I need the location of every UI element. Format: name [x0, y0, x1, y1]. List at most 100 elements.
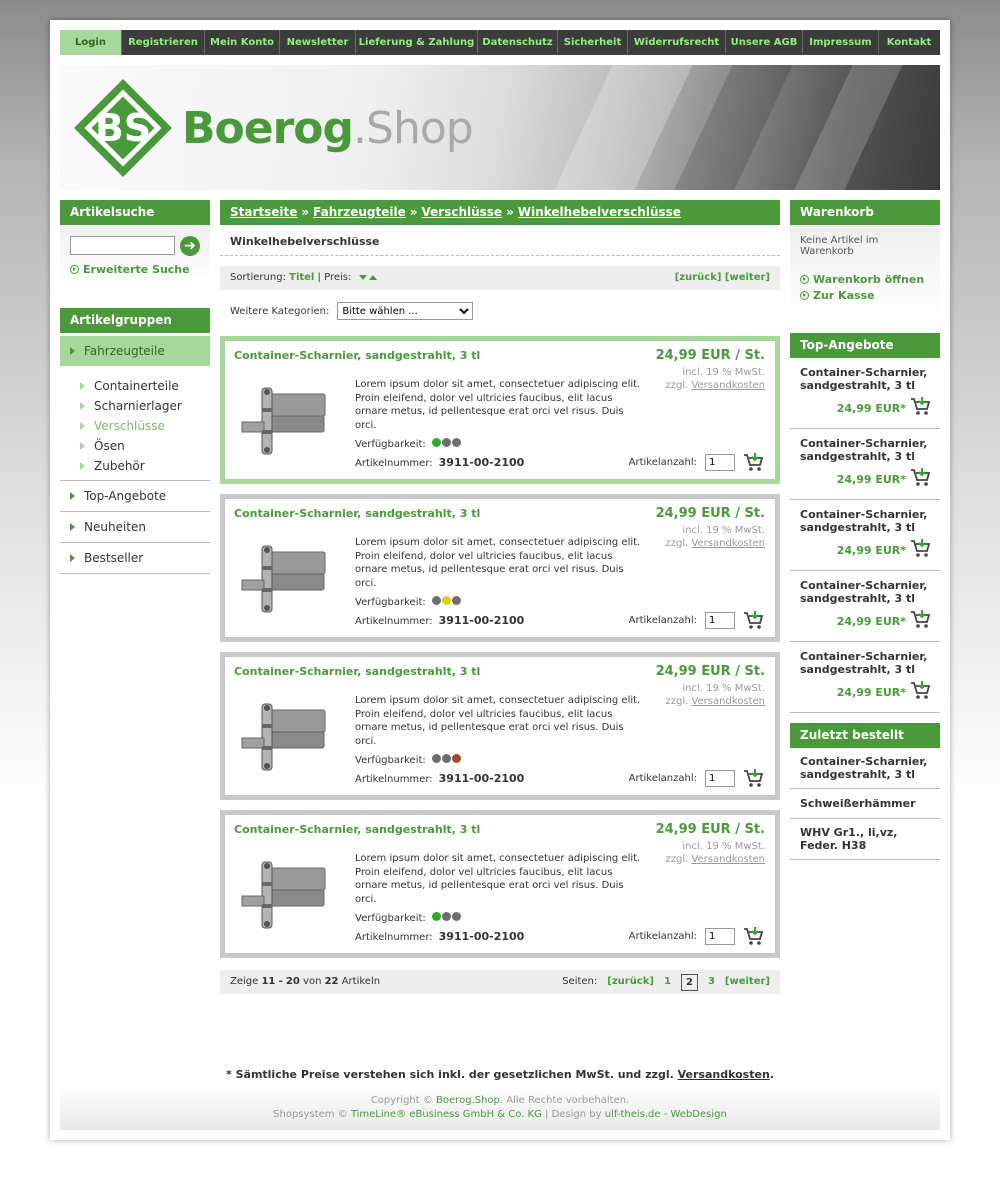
- svg-text:BS: BS: [95, 106, 151, 150]
- category-select[interactable]: Bitte wählen ...: [337, 302, 474, 320]
- sort-next-link[interactable]: [weiter]: [725, 272, 770, 283]
- article-number-value: 3911-00-2100: [438, 772, 525, 785]
- add-to-cart-icon[interactable]: [910, 681, 932, 704]
- top-offer-item[interactable]: Container-Scharnier, sandgestrahlt, 3 tl…: [790, 571, 940, 642]
- sort-desc-icon[interactable]: [358, 274, 367, 280]
- page-link[interactable]: 3: [708, 970, 715, 994]
- product-tax: incl. 19 % MwSt. zzgl. Versandkosten: [665, 682, 765, 708]
- product-card: Container-Scharnier, sandgestrahlt, 3 tl…: [220, 810, 780, 958]
- shipping-link[interactable]: Versandkosten: [691, 696, 765, 707]
- add-to-cart-icon[interactable]: [743, 769, 765, 792]
- subcategory-item[interactable]: Ösen: [60, 436, 210, 456]
- add-to-cart-icon[interactable]: [910, 539, 932, 562]
- breadcrumb-link[interactable]: Fahrzeugteile: [313, 205, 406, 219]
- add-to-cart-icon[interactable]: [910, 610, 932, 633]
- traffic-light-icon: [441, 596, 451, 605]
- nav-widerrufsrecht[interactable]: Widerrufsrecht: [628, 30, 726, 55]
- tax-text: incl. 19 % MwSt.: [682, 683, 765, 694]
- nav-newsletter[interactable]: Newsletter: [280, 30, 356, 55]
- shipping-link[interactable]: Versandkosten: [691, 538, 765, 549]
- top-offer-item[interactable]: Container-Scharnier, sandgestrahlt, 3 tl…: [790, 429, 940, 500]
- last-ordered-item[interactable]: Schweißerhämmer: [790, 789, 940, 819]
- page-link[interactable]: 2: [680, 973, 698, 991]
- search-go-button[interactable]: ➜: [180, 236, 200, 256]
- advanced-search-link[interactable]: Erweiterte Suche: [70, 263, 190, 276]
- add-to-cart-icon[interactable]: [910, 468, 932, 491]
- breadcrumb-link[interactable]: Winkelhebelverschlüsse: [518, 205, 681, 219]
- subcategory-list: Containerteile Scharnierlager Verschlüsse Ö…: [60, 376, 210, 476]
- top-offer-item[interactable]: Container-Scharnier, sandgestrahlt, 3 tl…: [790, 358, 940, 429]
- category-top-angebote[interactable]: Top-Angebote: [60, 481, 210, 512]
- product-image[interactable]: [240, 702, 330, 775]
- subcategory-item[interactable]: Scharnierlager: [60, 396, 210, 416]
- top-offer-name[interactable]: Container-Scharnier, sandgestrahlt, 3 tl: [800, 366, 930, 392]
- top-offer-name[interactable]: Container-Scharnier, sandgestrahlt, 3 tl: [800, 508, 930, 534]
- checkout-link[interactable]: Zur Kasse: [800, 289, 930, 302]
- add-to-cart-icon[interactable]: [910, 397, 932, 420]
- top-offer-item[interactable]: Container-Scharnier, sandgestrahlt, 3 tl…: [790, 642, 940, 713]
- pager-back-link[interactable]: [zurück]: [607, 970, 654, 994]
- top-offer-item[interactable]: Container-Scharnier, sandgestrahlt, 3 tl…: [790, 500, 940, 571]
- nav-kontakt[interactable]: Kontakt: [879, 30, 939, 55]
- last-ordered-item[interactable]: WHV Gr1., li,vz, Feder. H38: [790, 819, 940, 860]
- subcategory-item[interactable]: Containerteile: [60, 376, 210, 396]
- quantity-input[interactable]: [705, 770, 735, 787]
- article-number-value: 3911-00-2100: [438, 930, 525, 943]
- nav-mein-konto[interactable]: Mein Konto: [205, 30, 280, 55]
- product-name-link[interactable]: Container-Scharnier, sandgestrahlt, 3 tl: [234, 665, 480, 678]
- logo-text[interactable]: Boerog.Shop: [182, 103, 474, 154]
- search-input[interactable]: [70, 236, 175, 255]
- page-link[interactable]: 1: [664, 970, 671, 994]
- product-tax: incl. 19 % MwSt. zzgl. Versandkosten: [665, 840, 765, 866]
- nav-unsere-agb[interactable]: Unsere AGB: [726, 30, 803, 55]
- subcategory-item[interactable]: Verschlüsse: [60, 416, 210, 436]
- breadcrumb-link[interactable]: Startseite: [230, 205, 297, 219]
- nav-login[interactable]: Login: [60, 30, 122, 55]
- top-offer-name[interactable]: Container-Scharnier, sandgestrahlt, 3 tl: [800, 579, 930, 605]
- sort-asc-icon[interactable]: [368, 274, 377, 280]
- product-name-link[interactable]: Container-Scharnier, sandgestrahlt, 3 tl: [234, 349, 480, 362]
- product-image[interactable]: [240, 544, 330, 617]
- footer-brand-link[interactable]: Boerog.Shop: [436, 1095, 500, 1106]
- last-ordered-item[interactable]: Container-Scharnier, sandgestrahlt, 3 tl: [790, 748, 940, 789]
- sort-back-link[interactable]: [zurück]: [675, 272, 722, 283]
- nav-sicherheit[interactable]: Sicherheit: [558, 30, 628, 55]
- nav-registrieren[interactable]: Registrieren: [122, 30, 205, 55]
- product-name-link[interactable]: Container-Scharnier, sandgestrahlt, 3 tl: [234, 507, 480, 520]
- category-bestseller[interactable]: Bestseller: [60, 543, 210, 574]
- footer-designer-link[interactable]: ulf-theis.de - WebDesign: [605, 1109, 727, 1120]
- top-offer-price: 24,99 EUR*: [836, 473, 906, 486]
- last-ordered-title: Zuletzt bestellt: [790, 723, 940, 748]
- product-image[interactable]: [240, 860, 330, 933]
- category-fahrzeugteile[interactable]: Fahrzeugteile: [60, 336, 210, 366]
- breadcrumb-link[interactable]: Verschlüsse: [422, 205, 503, 219]
- shipping-link[interactable]: Versandkosten: [691, 380, 765, 391]
- product-price: 24,99 EUR / St.: [655, 348, 765, 363]
- nav-impressum[interactable]: Impressum: [803, 30, 879, 55]
- footer-vendor-link[interactable]: TimeLine® eBusiness GmbH & Co. KG: [351, 1109, 542, 1120]
- availability-label: Verfügbarkeit:: [355, 596, 426, 608]
- add-to-cart-icon[interactable]: [743, 453, 765, 476]
- quantity-input[interactable]: [705, 928, 735, 945]
- top-offer-name[interactable]: Container-Scharnier, sandgestrahlt, 3 tl: [800, 437, 930, 463]
- product-name-link[interactable]: Container-Scharnier, sandgestrahlt, 3 tl: [234, 823, 480, 836]
- add-to-cart-icon[interactable]: [743, 611, 765, 634]
- product-price: 24,99 EUR / St.: [655, 664, 765, 679]
- traffic-light-icon: [441, 754, 451, 763]
- category-neuheiten[interactable]: Neuheiten: [60, 512, 210, 543]
- article-number: Artikelnummer: 3911-00-2100: [355, 772, 524, 785]
- subcategory-item[interactable]: Zubehör: [60, 456, 210, 476]
- shipping-link[interactable]: Versandkosten: [691, 854, 765, 865]
- nav-lieferung-zahlung[interactable]: Lieferung & Zahlung: [356, 30, 478, 55]
- top-offer-name[interactable]: Container-Scharnier, sandgestrahlt, 3 tl: [800, 650, 930, 676]
- nav-datenschutz[interactable]: Datenschutz: [478, 30, 558, 55]
- open-cart-link[interactable]: Warenkorb öffnen: [800, 273, 930, 286]
- shipping-costs-link[interactable]: Versandkosten: [678, 1068, 770, 1081]
- quantity-input[interactable]: [705, 454, 735, 471]
- sort-title-link[interactable]: Titel: [289, 272, 314, 283]
- quantity-input[interactable]: [705, 612, 735, 629]
- pager-next-link[interactable]: [weiter]: [725, 970, 770, 994]
- availability-label: Verfügbarkeit:: [355, 912, 426, 924]
- add-to-cart-icon[interactable]: [743, 927, 765, 950]
- product-image[interactable]: [240, 386, 330, 459]
